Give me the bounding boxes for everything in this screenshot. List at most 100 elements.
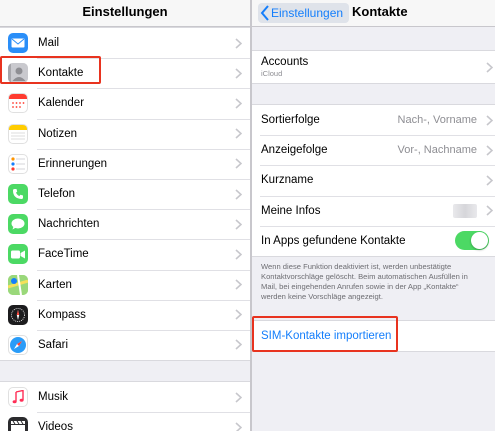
chevron-right-icon [235, 37, 242, 49]
accounts-group: Accounts iCloud [252, 50, 495, 84]
settings-item-music[interactable]: Musik [0, 382, 250, 412]
settings-item-label: Kalender [38, 97, 85, 110]
chevron-right-icon [486, 61, 493, 73]
settings-item-mail[interactable]: Mail [0, 28, 250, 58]
videos-icon [8, 417, 28, 431]
row-separator [37, 412, 250, 414]
in-apps-contacts-row: In Apps gefundene Kontakte [252, 225, 495, 256]
messages-icon [8, 214, 28, 235]
settings-item-compass[interactable]: Kompass [0, 299, 250, 330]
chevron-right-icon [235, 391, 242, 403]
chevron-right-icon [486, 205, 493, 216]
calendar-icon [8, 93, 28, 114]
settings-list-media: Musik Videos [0, 381, 250, 431]
row-separator [260, 165, 495, 167]
contacts-title: Kontakte [352, 4, 408, 19]
sort-order-label: Sortierfolge [261, 114, 320, 127]
in-apps-contacts-label: In Apps gefundene Kontakte [261, 234, 406, 247]
chevron-right-icon [235, 309, 242, 320]
settings-item-label: Musik [38, 391, 69, 404]
row-separator [37, 269, 250, 271]
safari-icon [8, 334, 28, 355]
chevron-right-icon [486, 175, 493, 186]
row-separator [37, 118, 250, 120]
reminders-icon [8, 153, 28, 174]
row-separator [37, 178, 250, 180]
settings-item-label: Notizen [38, 127, 77, 140]
maps-icon [8, 274, 28, 295]
in-apps-footnote: Wenn diese Funktion deaktiviert ist, wer… [261, 262, 468, 301]
sort-order-value: Nach-, Vorname [397, 114, 477, 127]
settings-item-label: Erinnerungen [38, 157, 108, 170]
in-apps-contacts-toggle[interactable] [455, 231, 489, 251]
settings-item-label: Telefon [38, 188, 76, 201]
back-button-label: Einstellungen [271, 6, 344, 20]
row-separator [260, 135, 495, 137]
settings-item-label: Videos [38, 421, 73, 431]
contacts-pane: Einstellungen Kontakte Accounts iCloud S… [252, 0, 495, 431]
chevron-right-icon [486, 114, 493, 126]
short-name-label: Kurzname [261, 174, 314, 187]
settings-navbar: Einstellungen [0, 0, 250, 27]
settings-item-messages[interactable]: Nachrichten [0, 209, 250, 239]
chevron-right-icon [235, 422, 242, 431]
row-separator [37, 299, 250, 301]
settings-item-notes[interactable]: Notizen [0, 118, 250, 149]
settings-item-label: Safari [38, 338, 69, 351]
settings-item-reminders[interactable]: Erinnerungen [0, 148, 250, 179]
accounts-sublabel: iCloud [261, 69, 283, 78]
settings-pane: Einstellungen Mail Kontakte Kalender Not… [0, 0, 250, 431]
contacts-settings-group: Sortierfolge Nach-, Vorname Anzeigefolge… [252, 104, 495, 257]
display-order-row[interactable]: Anzeigefolge Vor-, Nachname [252, 135, 495, 165]
mail-icon [8, 33, 28, 54]
row-separator [260, 195, 495, 197]
settings-item-videos[interactable]: Videos [0, 412, 250, 431]
row-separator [37, 329, 250, 331]
compass-icon [8, 304, 28, 325]
row-separator [37, 209, 250, 211]
row-separator [37, 239, 250, 241]
chevron-left-icon [260, 5, 269, 21]
accounts-row[interactable]: Accounts iCloud [252, 51, 495, 83]
sort-order-row[interactable]: Sortierfolge Nach-, Vorname [252, 105, 495, 135]
settings-item-label: Karten [38, 278, 72, 291]
my-info-value-redacted [453, 203, 477, 218]
display-order-label: Anzeigefolge [261, 144, 328, 157]
chevron-right-icon [235, 188, 242, 200]
settings-title: Einstellungen [82, 4, 168, 19]
chevron-right-icon [235, 339, 242, 351]
contacts-navbar: Einstellungen Kontakte [252, 0, 495, 27]
toggle-knob [471, 232, 488, 250]
facetime-icon [8, 244, 28, 265]
settings-item-phone[interactable]: Telefon [0, 178, 250, 209]
settings-item-label: Mail [38, 37, 60, 50]
music-icon [8, 387, 28, 408]
notes-icon [8, 123, 28, 144]
highlight-contacts [0, 56, 101, 84]
settings-item-facetime[interactable]: FaceTime [0, 239, 250, 269]
settings-item-label: Nachrichten [38, 218, 100, 231]
chevron-right-icon [235, 128, 242, 139]
chevron-right-icon [235, 279, 242, 290]
back-button[interactable]: Einstellungen [258, 3, 350, 23]
short-name-row[interactable]: Kurzname [252, 165, 495, 195]
chevron-right-icon [235, 98, 242, 109]
my-info-label: Meine Infos [261, 204, 321, 217]
row-separator [37, 148, 250, 150]
chevron-right-icon [235, 158, 242, 169]
chevron-right-icon [235, 68, 242, 79]
settings-item-calendar[interactable]: Kalender [0, 88, 250, 118]
settings-item-safari[interactable]: Safari [0, 329, 250, 360]
row-separator [37, 88, 250, 90]
row-separator [260, 225, 495, 227]
my-info-row[interactable]: Meine Infos [252, 195, 495, 226]
chevron-right-icon [486, 145, 493, 156]
phone-icon [8, 184, 28, 205]
settings-item-maps[interactable]: Karten [0, 269, 250, 300]
chevron-right-icon [235, 219, 242, 230]
display-order-value: Vor-, Nachname [397, 144, 477, 157]
settings-item-label: Kompass [38, 308, 86, 321]
settings-item-label: FaceTime [38, 248, 89, 261]
highlight-sim-import [252, 316, 398, 352]
accounts-label: Accounts [261, 56, 309, 68]
